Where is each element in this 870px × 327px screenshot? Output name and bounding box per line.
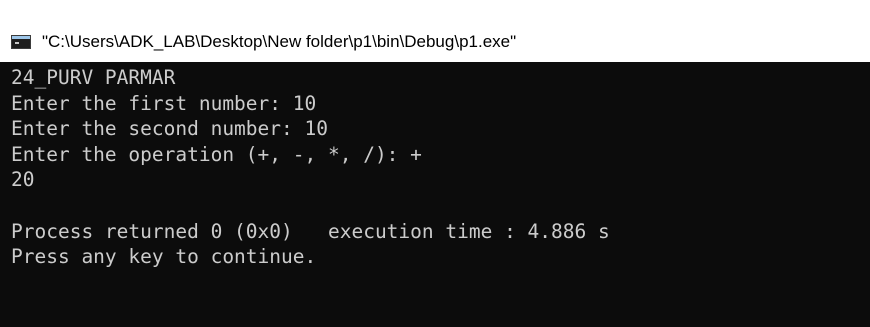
title-bar[interactable]: "C:\Users\ADK_LAB\Desktop\New folder\p1\… bbox=[0, 0, 870, 62]
console-line: 24_PURV PARMAR bbox=[11, 66, 176, 89]
console-output[interactable]: 24_PURV PARMAR Enter the first number: 1… bbox=[11, 65, 866, 327]
console-line: 20 bbox=[11, 168, 35, 192]
console-line: Enter the second number: 10 bbox=[11, 117, 328, 141]
console-app-icon[interactable] bbox=[11, 35, 31, 49]
window-title: "C:\Users\ADK_LAB\Desktop\New folder\p1\… bbox=[42, 32, 517, 51]
console-line: Press any key to continue. bbox=[11, 245, 317, 269]
console-window[interactable]: "C:\Users\ADK_LAB\Desktop\New folder\p1\… bbox=[0, 0, 870, 327]
console-line: Enter the first number: 10 bbox=[11, 91, 317, 115]
console-line: Process returned 0 (0x0) execution time … bbox=[11, 219, 610, 243]
console-line: Enter the operation (+, -, *, /): + bbox=[11, 142, 422, 166]
